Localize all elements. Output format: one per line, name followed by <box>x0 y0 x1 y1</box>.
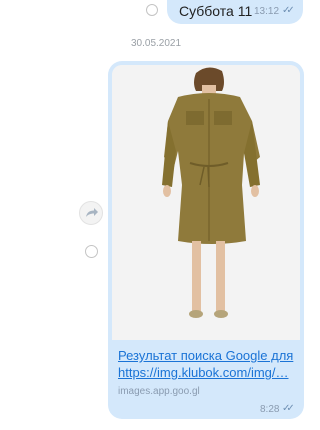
message-time: 8:28 <box>260 404 280 415</box>
message-bubble[interactable]: Суббота 11 13:12 ✓✓ <box>167 0 303 24</box>
message-time: 13:12 <box>254 6 280 17</box>
image-message-bubble[interactable]: Результат поиска Google для https://img.… <box>108 61 304 419</box>
product-photo[interactable] <box>112 65 300 340</box>
link-preview-title[interactable]: Результат поиска Google для https://img.… <box>118 347 296 381</box>
link-line-1[interactable]: Результат поиска Google для <box>118 347 296 364</box>
message-text: Суббота 11 <box>179 3 253 19</box>
message-select-circle[interactable] <box>85 245 98 258</box>
link-domain: images.app.goo.gl <box>118 386 200 397</box>
link-line-2[interactable]: https://img.klubok.com/img/… <box>118 364 296 381</box>
share-icon[interactable] <box>79 201 103 225</box>
double-check-icon: ✓✓ <box>282 5 295 16</box>
message-select-circle[interactable] <box>146 4 158 16</box>
double-check-icon: ✓✓ <box>282 403 295 414</box>
date-separator: 30.05.2021 <box>131 38 182 49</box>
